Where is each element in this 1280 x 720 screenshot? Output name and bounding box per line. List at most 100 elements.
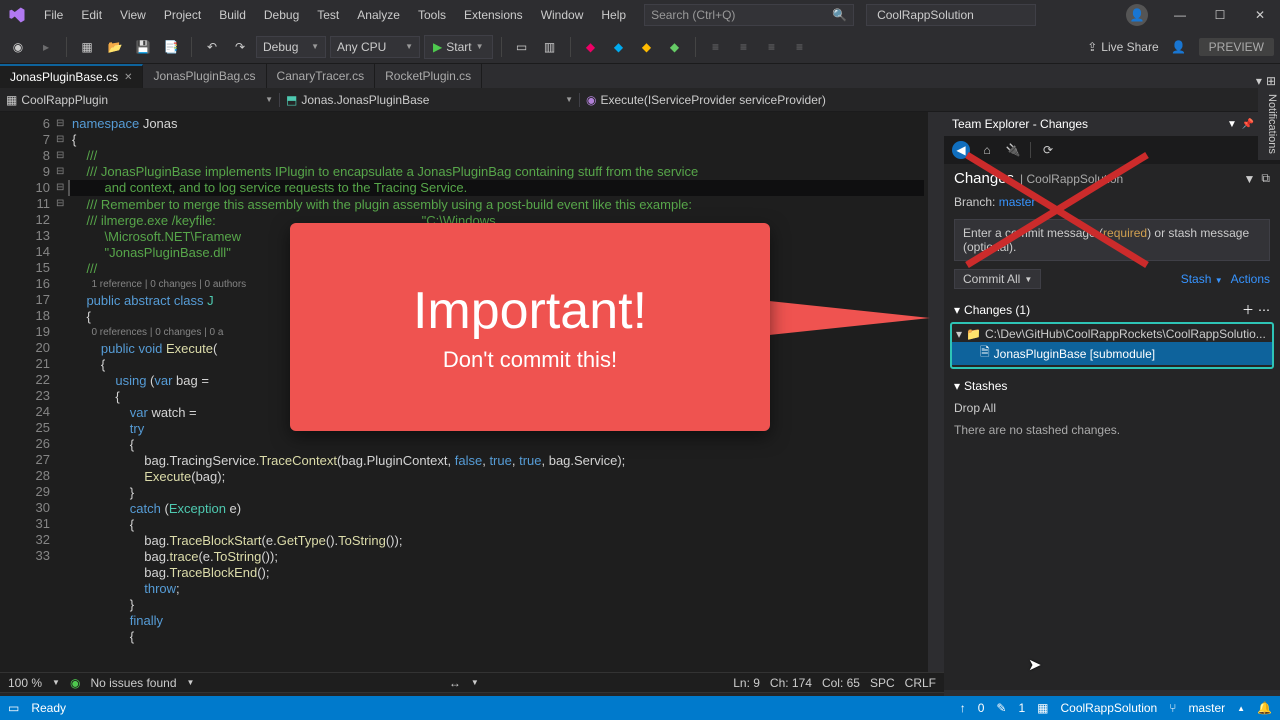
document-tab[interactable]: JonasPluginBag.cs [143, 64, 266, 88]
issues-status[interactable]: No issues found [90, 676, 176, 690]
refresh-icon[interactable]: ⟳ [1039, 141, 1057, 159]
menu-tools[interactable]: Tools [410, 4, 454, 26]
status-ready: Ready [31, 701, 66, 715]
scroll-track[interactable] [928, 112, 944, 672]
chevron-down-icon: ▾ [956, 327, 962, 341]
bell-icon[interactable]: 🔔 [1257, 701, 1272, 715]
vs-logo-icon [6, 4, 28, 26]
check-icon: ◉ [70, 676, 80, 690]
changes-section-header[interactable]: ▾ Changes (1) ＋ ⋯ [944, 297, 1280, 322]
repo-icon: ▦ [1037, 701, 1048, 715]
menu-build[interactable]: Build [211, 4, 254, 26]
stage-all-icon[interactable]: ＋ [1242, 301, 1254, 318]
back-nav-icon[interactable]: ◉ [6, 35, 30, 59]
menu-extensions[interactable]: Extensions [456, 4, 531, 26]
ext-icon[interactable]: ◆ [607, 35, 631, 59]
tool-icon[interactable]: ▥ [538, 35, 562, 59]
close-tab-icon[interactable]: ✕ [124, 72, 132, 83]
chevron-down-icon: ▾ [954, 379, 960, 393]
save-icon[interactable]: 💾 [131, 35, 155, 59]
popout-icon[interactable]: ⧉ [1261, 171, 1270, 186]
zoom-level[interactable]: 100 % [8, 676, 42, 690]
maximize-button[interactable]: ☐ [1200, 0, 1240, 30]
menu-window[interactable]: Window [533, 4, 592, 26]
menu-help[interactable]: Help [593, 4, 634, 26]
eol-mode[interactable]: CRLF [905, 676, 936, 690]
document-tab[interactable]: RocketPlugin.cs [375, 64, 482, 88]
tab-overflow-icon[interactable]: ▾ [1256, 74, 1262, 88]
tool-icon[interactable]: ≡ [704, 35, 728, 59]
open-icon[interactable]: 📂 [103, 35, 127, 59]
tree-folder-row[interactable]: ▾ 📁 C:\Dev\GitHub\CoolRappRockets\CoolRa… [952, 326, 1272, 342]
stash-link[interactable]: Stash ▼ [1181, 272, 1223, 286]
new-project-icon[interactable]: ▦ [75, 35, 99, 59]
team-explorer-panel: Team Explorer - Changes ▼ 📌 ✕ ◀ ⌂ 🔌 ⟳ Ch… [944, 112, 1280, 714]
search-icon: 🔍 [832, 8, 847, 22]
pin-icon[interactable]: 📌 [1240, 116, 1256, 132]
minimize-button[interactable]: — [1160, 0, 1200, 30]
main-menu: FileEditViewProjectBuildDebugTestAnalyze… [36, 4, 634, 26]
menu-project[interactable]: Project [156, 4, 209, 26]
commit-message-input[interactable]: Enter a commit message (required) or sta… [954, 219, 1270, 261]
menu-test[interactable]: Test [309, 4, 347, 26]
ext-icon[interactable]: ◆ [635, 35, 659, 59]
user-avatar-icon[interactable]: 👤 [1126, 4, 1148, 26]
standard-toolbar: ◉ ▸ ▦ 📂 💾 📑 ↶ ↷ Debug▼ Any CPU▼ ▶Start▼ … [0, 30, 1280, 64]
caret-down-icon[interactable]: ▼ [1244, 172, 1256, 186]
menu-view[interactable]: View [112, 4, 154, 26]
nav-member-combo[interactable]: ◉Execute(IServiceProvider serviceProvide… [580, 93, 1280, 107]
tool-icon[interactable]: ▭ [510, 35, 534, 59]
highlighted-change-box: ▾ 📁 C:\Dev\GitHub\CoolRappRockets\CoolRa… [950, 322, 1274, 369]
file-icon: 🗎 [980, 343, 990, 364]
actions-link[interactable]: Actions [1231, 272, 1270, 286]
document-tab[interactable]: JonasPluginBase.cs✕ [0, 64, 143, 88]
config-combo[interactable]: Debug▼ [256, 36, 326, 58]
menu-edit[interactable]: Edit [73, 4, 110, 26]
panel-title-bar: Team Explorer - Changes ▼ 📌 ✕ [944, 112, 1280, 136]
tool-icon[interactable]: ≡ [732, 35, 756, 59]
feedback-icon[interactable]: 👤 [1167, 35, 1191, 59]
nav-type-combo[interactable]: ⬒Jonas.JonasPluginBase▼ [280, 93, 580, 107]
document-tabs: JonasPluginBase.cs✕JonasPluginBag.csCana… [0, 64, 1280, 88]
redo-icon[interactable]: ↷ [228, 35, 252, 59]
nav-scope-combo[interactable]: ▦CoolRappPlugin▼ [0, 93, 280, 107]
fold-gutter[interactable]: ⊟⊟⊟⊟⊟⊟ [56, 112, 68, 672]
dropdown-icon[interactable]: ▼ [1224, 116, 1240, 132]
solution-name-box[interactable]: CoolRappSolution [866, 4, 1036, 26]
editor-status-bar: 100 %▼ ◉ No issues found ▼ ↔▼ Ln: 9 Ch: … [0, 672, 944, 692]
branch-icon: ⑂ [1169, 701, 1176, 715]
save-all-icon[interactable]: 📑 [159, 35, 183, 59]
quick-launch-input[interactable]: Search (Ctrl+Q) 🔍 [644, 4, 854, 26]
menu-file[interactable]: File [36, 4, 71, 26]
ext-icon[interactable]: ◆ [579, 35, 603, 59]
chevron-down-icon: ▾ [954, 303, 960, 317]
stashes-section-header[interactable]: ▾ Stashes [944, 375, 1280, 397]
close-button[interactable]: ✕ [1240, 0, 1280, 30]
drop-all-link[interactable]: Drop All [954, 401, 996, 415]
indent-mode[interactable]: SPC [870, 676, 895, 690]
undo-icon[interactable]: ↶ [200, 35, 224, 59]
publish-icon[interactable]: ↑ [960, 701, 966, 715]
menu-debug[interactable]: Debug [256, 4, 307, 26]
start-button[interactable]: ▶Start▼ [424, 35, 493, 59]
more-icon[interactable]: ⋯ [1258, 303, 1270, 317]
notifications-vertical-tab[interactable]: Notifications [1258, 88, 1280, 160]
document-tab[interactable]: CanaryTracer.cs [267, 64, 376, 88]
home-icon[interactable]: ⌂ [978, 141, 996, 159]
menu-analyze[interactable]: Analyze [349, 4, 408, 26]
tool-icon[interactable]: ≡ [788, 35, 812, 59]
connect-icon[interactable]: 🔌 [1004, 141, 1022, 159]
tool-icon[interactable]: ≡ [760, 35, 784, 59]
live-share-button[interactable]: ⇪Live Share [1087, 40, 1158, 54]
forward-nav-icon[interactable]: ▸ [34, 35, 58, 59]
window-split-icon[interactable]: ⊞ [1266, 74, 1276, 88]
ext-icon[interactable]: ◆ [663, 35, 687, 59]
tree-item-submodule[interactable]: 🗎 JonasPluginBase [submodule] [952, 342, 1272, 365]
share-icon: ⇪ [1087, 40, 1097, 54]
branch-link[interactable]: master [999, 195, 1036, 209]
commit-all-button[interactable]: Commit All▼ [954, 269, 1041, 289]
status-bar: ▭ Ready ↑0 ✎1 ▦CoolRappSolution ⑂master▲… [0, 696, 1280, 720]
platform-combo[interactable]: Any CPU▼ [330, 36, 420, 58]
pending-icon[interactable]: ✎ [996, 701, 1006, 715]
back-icon[interactable]: ◀ [952, 141, 970, 159]
